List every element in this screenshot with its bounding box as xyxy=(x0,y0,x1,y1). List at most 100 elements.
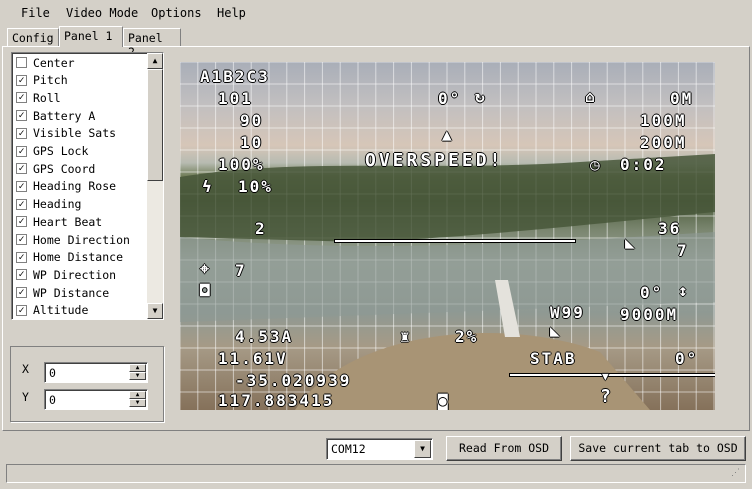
osd-satellite-icon: ⌖ xyxy=(200,259,212,278)
list-scrollbar[interactable]: ▲ ▼ xyxy=(147,53,163,319)
list-item-label: Heart Beat xyxy=(33,214,103,229)
osd-roll-value: 101 xyxy=(218,89,253,108)
osd-wind-icon: ◣ xyxy=(625,233,637,252)
osd-mode: STAB xyxy=(530,349,577,368)
osd-heartbeat-icon: ◙ xyxy=(438,391,450,410)
chevron-down-icon[interactable]: ▼ xyxy=(414,440,431,458)
osd-speed: 90 xyxy=(240,111,264,130)
osd-wp-number: W99 xyxy=(550,303,585,322)
osd-sats: 7 xyxy=(235,261,247,280)
y-spinner[interactable]: 0 ▲ ▼ xyxy=(44,389,148,410)
save-to-osd-button[interactable]: Save current tab to OSD xyxy=(570,436,746,461)
tab-panel-1[interactable]: Panel 1 xyxy=(59,26,123,47)
list-item[interactable]: ✓ Home Distance xyxy=(16,249,123,266)
checkbox[interactable]: ✓ xyxy=(16,110,27,122)
list-item[interactable]: ✓ GPS Coord xyxy=(16,160,95,177)
osd-current: 10 xyxy=(240,133,264,152)
y-label: Y xyxy=(22,390,29,404)
list-item[interactable]: ✓ Home Direction xyxy=(16,231,130,248)
checkbox[interactable]: ✓ xyxy=(16,163,27,175)
checkbox[interactable]: ✓ xyxy=(16,287,27,299)
checkbox[interactable]: ✓ xyxy=(16,74,27,86)
list-item[interactable]: ✓ GPS Lock xyxy=(16,143,88,160)
osd-home-distance: 0M xyxy=(670,89,694,108)
menu-file[interactable]: File xyxy=(21,6,50,20)
osd-preview[interactable]: A1B2C3 0° ↻ ⌂ 0M 101 90 100M 10 ▲ 200M 1… xyxy=(180,62,715,410)
osd-version: A1B2C3 xyxy=(200,67,270,86)
osd-home-icon: ⌂ xyxy=(585,87,597,106)
list-item-label: Center xyxy=(33,55,75,70)
osd-wind-speed: 36 xyxy=(658,219,682,238)
com-port-select[interactable]: COM12 ▼ xyxy=(326,438,433,460)
list-item[interactable]: ✓ Heading xyxy=(16,196,81,213)
checkbox[interactable]: ✓ xyxy=(16,198,27,210)
list-item-label: Pitch xyxy=(33,73,68,88)
list-item[interactable]: ✓ Altitude xyxy=(16,302,88,319)
osd-wind-speed-2: 7 xyxy=(677,241,689,260)
list-item[interactable]: ✓ Pitch xyxy=(16,72,68,89)
list-item-label: Heading xyxy=(33,197,82,212)
osd-wp-direction-icon: ◣ xyxy=(550,321,562,340)
list-item[interactable]: ✓ Heading Rose xyxy=(16,178,116,195)
checkbox[interactable]: ✓ xyxy=(16,251,27,263)
list-item-label: Home Distance xyxy=(33,250,124,265)
menu-bar: File Video Mode Options Help xyxy=(0,0,752,26)
checkbox[interactable]: ✓ xyxy=(16,234,27,245)
list-item-label: WP Direction xyxy=(33,267,117,282)
scroll-thumb[interactable] xyxy=(147,69,163,181)
status-bar: ⋰ xyxy=(6,464,746,483)
list-item-label: Home Direction xyxy=(33,232,130,247)
checkbox[interactable]: ✓ xyxy=(16,269,27,281)
x-down-icon[interactable]: ▼ xyxy=(129,372,146,380)
checkbox[interactable]: ✓ xyxy=(16,304,27,316)
tab-config[interactable]: Config xyxy=(7,28,59,46)
tab-panel-2[interactable]: Panel 2 xyxy=(123,28,181,59)
osd-throttle: 100% xyxy=(218,155,265,174)
checkbox[interactable]: ✓ xyxy=(16,216,27,228)
checkbox[interactable]: ✓ xyxy=(16,145,27,157)
checkbox[interactable]: ✓ xyxy=(16,180,27,192)
scroll-down-icon[interactable]: ▼ xyxy=(147,303,163,319)
osd-altitude: 200M xyxy=(640,133,687,152)
osd-amps: 4.53A xyxy=(235,327,294,346)
scroll-up-icon[interactable]: ▲ xyxy=(147,53,163,69)
list-item[interactable]: ✓ WP Direction xyxy=(16,266,116,283)
list-item[interactable]: ✓ Visible Sats xyxy=(16,125,116,142)
osd-mode-value: 0° xyxy=(675,349,699,368)
panel-item-list[interactable]: Center ✓ Pitch ✓ Roll ✓ Battery A ✓ Visible Sats… xyxy=(11,52,164,320)
osd-latitude: -35.020939 xyxy=(235,371,352,390)
osd-climb: 2 xyxy=(255,219,267,238)
osd-timer: 0:02 xyxy=(620,155,667,174)
list-item[interactable]: ✓ Heart Beat xyxy=(16,213,102,230)
y-value: 0 xyxy=(49,393,56,407)
osd-home-direction-icon: ↕ xyxy=(678,281,690,300)
osd-heading-pointer-icon: ▼ xyxy=(602,370,611,383)
list-item[interactable]: ✓ Battery A xyxy=(16,107,95,124)
osd-wp-distance: 9000M xyxy=(620,305,679,324)
y-up-icon[interactable]: ▲ xyxy=(129,391,146,399)
osd-heading: 0° xyxy=(640,283,664,302)
list-item[interactable]: Center xyxy=(16,54,75,71)
list-item[interactable]: ✓ WP Distance xyxy=(16,284,109,301)
x-spinner[interactable]: 0 ▲ ▼ xyxy=(44,362,148,383)
x-value: 0 xyxy=(49,366,56,380)
osd-question: ? xyxy=(600,386,613,407)
x-up-icon[interactable]: ▲ xyxy=(129,364,146,372)
list-item-label: WP Distance xyxy=(33,285,110,300)
checkbox[interactable]: ✓ xyxy=(16,92,27,104)
menu-options[interactable]: Options xyxy=(151,6,202,20)
menu-help[interactable]: Help xyxy=(217,6,246,20)
y-down-icon[interactable]: ▼ xyxy=(129,399,146,407)
menu-video-mode[interactable]: Video Mode xyxy=(66,6,138,20)
read-from-osd-button[interactable]: Read From OSD xyxy=(446,436,562,461)
resize-grip-icon[interactable]: ⋰ xyxy=(731,468,743,480)
osd-volts: 11.61V xyxy=(218,349,288,368)
list-item-label: GPS Lock xyxy=(33,144,89,158)
position-group xyxy=(10,346,164,422)
list-item[interactable]: ✓ Roll xyxy=(16,89,61,106)
osd-battery-icon: ♜ xyxy=(400,327,412,346)
osd-percentage: 2% xyxy=(455,327,479,346)
osd-warning: OVERSPEED! xyxy=(365,150,504,171)
checkbox[interactable] xyxy=(16,57,27,68)
checkbox[interactable]: ✓ xyxy=(16,127,27,139)
